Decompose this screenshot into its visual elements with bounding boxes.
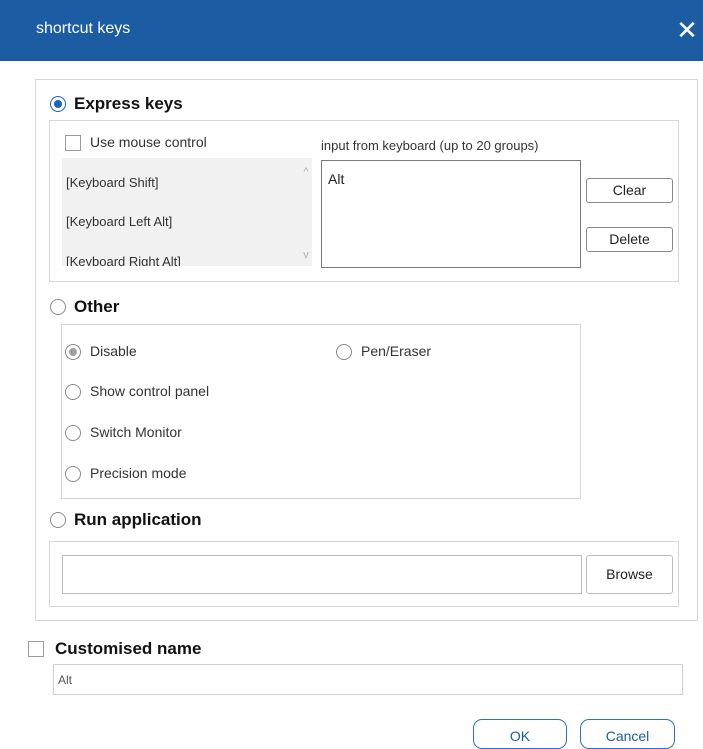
cancel-button[interactable]: Cancel [580,719,675,749]
application-path-input[interactable] [62,555,582,594]
customised-name-input[interactable]: Alt [53,664,683,695]
use-mouse-control-checkbox[interactable] [65,135,81,151]
switch-monitor-radio[interactable] [65,425,81,441]
window-title: shortcut keys [36,20,131,37]
list-item[interactable]: [Keyboard Right Alt] [66,254,181,266]
browse-button[interactable]: Browse [586,555,673,594]
key-list[interactable]: [Keyboard Shift] [Keyboard Left Alt] [Ke… [62,158,312,266]
chevron-down-icon[interactable]: v [301,250,311,261]
close-icon[interactable]: ✕ [676,16,698,44]
switch-monitor-label: Switch Monitor [90,424,182,440]
precision-mode-radio[interactable] [65,466,81,482]
chevron-up-icon[interactable]: ^ [301,167,311,178]
show-control-panel-label: Show control panel [90,383,210,399]
show-control-panel-radio[interactable] [65,384,81,400]
list-item[interactable]: [Keyboard Shift] [66,175,159,190]
keyboard-input-label: input from keyboard (up to 20 groups) [321,138,539,153]
run-application-label: Run application [74,510,202,529]
pen-eraser-label: Pen/Eraser [361,343,432,359]
disable-radio[interactable] [65,344,81,360]
customised-name-checkbox[interactable] [28,641,44,657]
pen-eraser-radio[interactable] [336,344,352,360]
keyboard-input-field[interactable]: Alt [321,160,581,268]
clear-button[interactable]: Clear [586,178,673,203]
other-radio[interactable] [50,299,66,315]
express-keys-label: Express keys [74,94,183,113]
express-keys-radio[interactable] [50,96,66,112]
run-application-radio[interactable] [50,512,66,528]
other-label: Other [74,297,120,316]
use-mouse-control-label: Use mouse control [90,134,207,150]
list-item[interactable]: [Keyboard Left Alt] [66,214,172,229]
delete-button[interactable]: Delete [586,227,673,252]
disable-label: Disable [90,343,137,359]
title-bar: shortcut keys ✕ [0,0,703,61]
customised-name-value: Alt [58,673,73,687]
ok-button[interactable]: OK [473,719,567,749]
keyboard-input-value: Alt [328,171,345,187]
customised-name-label: Customised name [55,639,202,658]
precision-mode-label: Precision mode [90,465,187,481]
